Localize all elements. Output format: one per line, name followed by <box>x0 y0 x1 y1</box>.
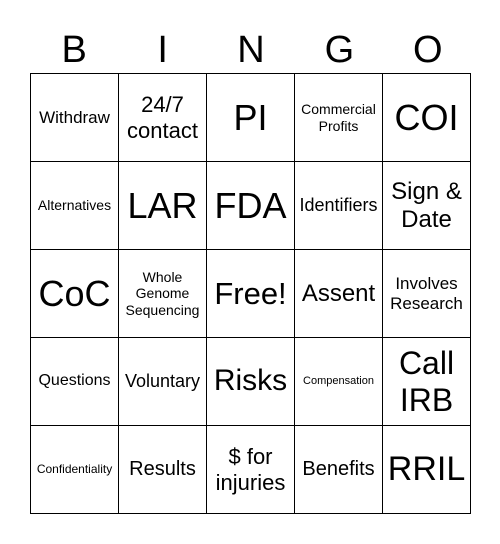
bingo-cell[interactable]: Involves Research <box>383 250 471 338</box>
bingo-cell[interactable]: Identifiers <box>295 162 383 250</box>
bingo-cell[interactable]: Withdraw <box>31 74 119 162</box>
bingo-cell[interactable]: COI <box>383 74 471 162</box>
bingo-cell[interactable]: PI <box>207 74 295 162</box>
bingo-cell[interactable]: Results <box>119 426 207 514</box>
bingo-cell[interactable]: Compensation <box>295 338 383 426</box>
bingo-cell[interactable]: FDA <box>207 162 295 250</box>
header-letter-i: I <box>157 29 168 71</box>
bingo-cell[interactable]: Alternatives <box>31 162 119 250</box>
bingo-header: B I N G O <box>30 28 472 72</box>
bingo-cell[interactable]: Confidentiality <box>31 426 119 514</box>
bingo-cell[interactable]: Sign & Date <box>383 162 471 250</box>
bingo-cell[interactable]: Questions <box>31 338 119 426</box>
bingo-cell-free[interactable]: Free! <box>207 250 295 338</box>
bingo-cell[interactable]: $ for injuries <box>207 426 295 514</box>
bingo-cell[interactable]: Risks <box>207 338 295 426</box>
bingo-cell[interactable]: Voluntary <box>119 338 207 426</box>
bingo-cell[interactable]: Call IRB <box>383 338 471 426</box>
header-letter-b: B <box>61 29 87 71</box>
bingo-cell[interactable]: 24/7 contact <box>119 74 207 162</box>
bingo-grid: Withdraw 24/7 contact PI Commercial Prof… <box>30 73 471 514</box>
header-letter-g: G <box>324 29 355 71</box>
header-letter-n: N <box>237 29 265 71</box>
bingo-cell[interactable]: CoC <box>31 250 119 338</box>
bingo-cell[interactable]: Whole Genome Sequencing <box>119 250 207 338</box>
header-letter-o: O <box>413 29 443 71</box>
bingo-cell[interactable]: Assent <box>295 250 383 338</box>
bingo-cell[interactable]: Commercial Profits <box>295 74 383 162</box>
bingo-cell[interactable]: RRIL <box>383 426 471 514</box>
bingo-cell[interactable]: LAR <box>119 162 207 250</box>
bingo-cell[interactable]: Benefits <box>295 426 383 514</box>
